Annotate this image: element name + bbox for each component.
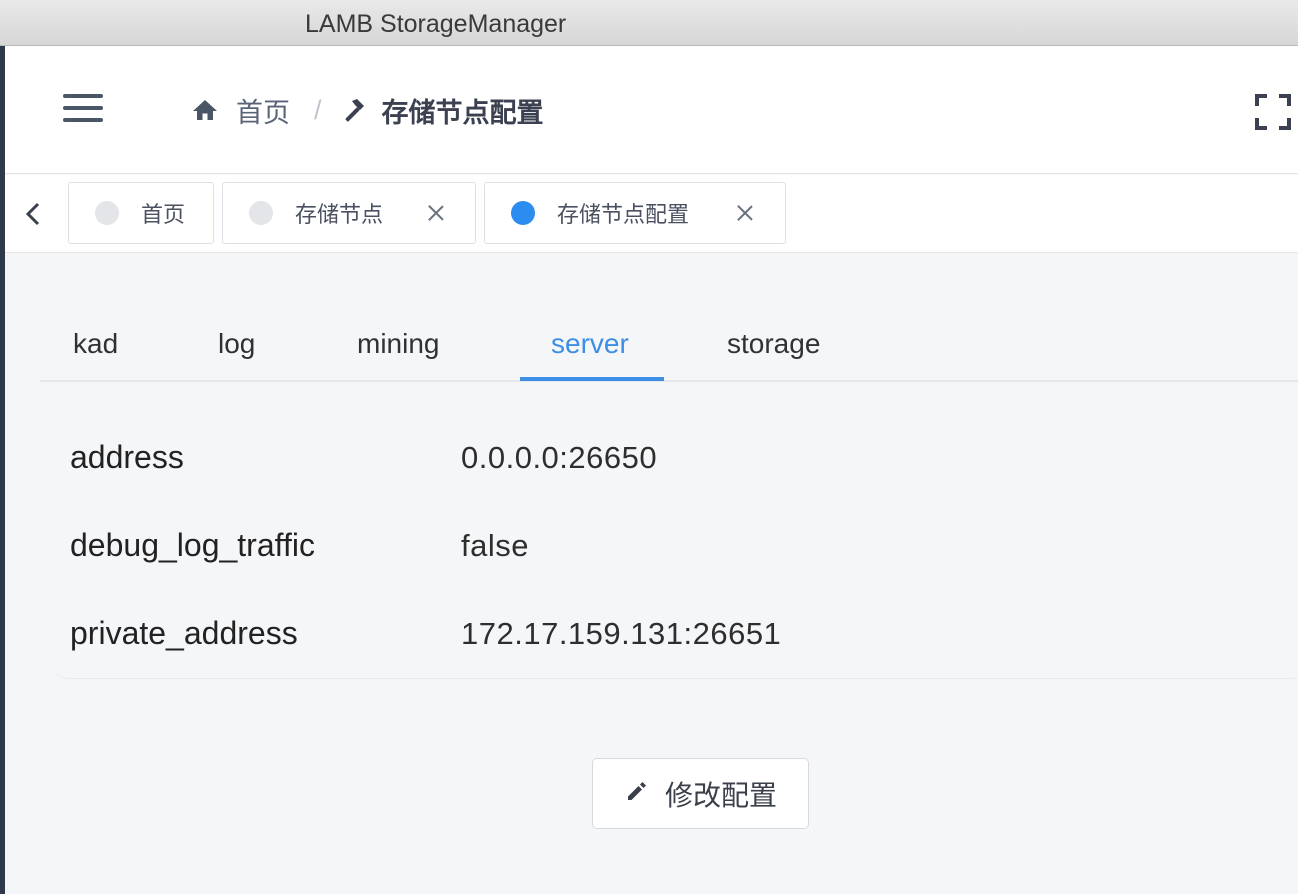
close-icon[interactable] (426, 203, 446, 223)
tag-status-dot (511, 201, 535, 225)
tab-mining[interactable]: mining (357, 328, 439, 360)
breadcrumb-current-label: 存储节点配置 (381, 97, 544, 128)
edit-config-label: 修改配置 (665, 779, 778, 811)
breadcrumb: 首页 / 存储节点配置 (192, 90, 544, 130)
tab-storage[interactable]: storage (727, 328, 820, 360)
window-title: LAMB StorageManager (305, 10, 567, 38)
tag-storage-node-config[interactable]: 存储节点配置 (484, 182, 786, 244)
tag-storage-node[interactable]: 存储节点 (222, 182, 476, 244)
config-value-debug-log-traffic: false (461, 528, 529, 563)
config-value-private-address: 172.17.159.131:26651 (461, 616, 782, 651)
pencil-icon (625, 779, 649, 808)
config-key-private-address: private_address (70, 615, 298, 651)
tag-label: 存储节点 (295, 202, 384, 227)
home-icon (192, 98, 218, 122)
edit-config-button[interactable]: 修改配置 (592, 758, 809, 829)
chevron-left-icon[interactable] (23, 201, 43, 227)
close-icon[interactable] (735, 203, 755, 223)
tab-kad[interactable]: kad (73, 328, 118, 360)
tag-status-dot (95, 201, 119, 225)
config-value-address: 0.0.0.0:26650 (461, 440, 658, 475)
window-title-bar: LAMB StorageManager (0, 0, 1298, 46)
tag-label: 存储节点配置 (557, 202, 690, 227)
config-section-tabs: kad log mining server storage (40, 300, 1298, 382)
tag-home[interactable]: 首页 (68, 182, 214, 244)
breadcrumb-home[interactable]: 首页 (192, 91, 290, 130)
breadcrumb-separator: / (314, 94, 322, 125)
breadcrumb-home-label: 首页 (236, 97, 290, 128)
hamburger-icon[interactable] (63, 94, 105, 122)
config-key-address: address (70, 439, 184, 475)
fullscreen-icon[interactable] (1255, 94, 1291, 130)
breadcrumb-current: 存储节点配置 (340, 91, 544, 130)
config-key-debug-log-traffic: debug_log_traffic (70, 527, 315, 563)
tag-label: 首页 (141, 202, 186, 227)
tab-log[interactable]: log (218, 328, 255, 360)
tags-bar: 首页 存储节点 存储节点配置 (5, 175, 1298, 253)
top-header: 首页 / 存储节点配置 (5, 46, 1298, 174)
tab-server[interactable]: server (551, 328, 629, 360)
tag-status-dot (249, 201, 273, 225)
active-tab-indicator (520, 377, 664, 381)
hammer-icon (340, 97, 366, 123)
